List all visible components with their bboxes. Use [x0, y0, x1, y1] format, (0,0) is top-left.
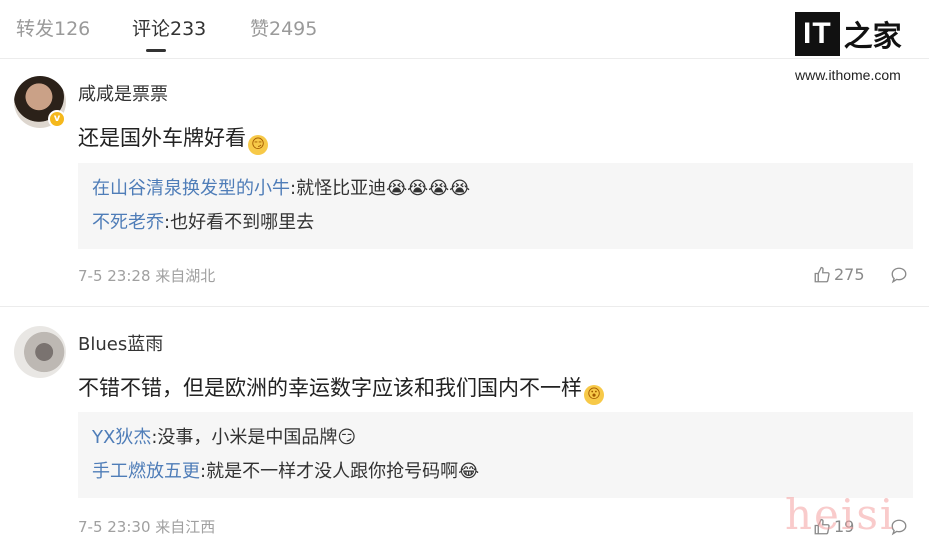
- logo-cn-text: 之家: [843, 19, 902, 53]
- reply-list[interactable]: 在山谷清泉换发型的小牛:就怪比亚迪😭😭😭😭 不死老乔:也好看不到哪里去: [78, 163, 913, 249]
- avatar[interactable]: [14, 326, 66, 378]
- reply-username[interactable]: YX狄杰: [92, 427, 151, 448]
- comment-item: v 咸咸是票票 还是国外车牌好看 😏 在山谷清泉换发型的小牛:就怪比亚迪😭😭😭😭 …: [0, 70, 929, 307]
- laughing-emoji-icon: 😂: [458, 461, 480, 482]
- heisi-watermark: heisi: [785, 490, 896, 539]
- reply-item: 手工燃放五更:就是不一样才没人跟你抢号码啊😂: [92, 461, 480, 482]
- reply-list[interactable]: YX狄杰:没事，小米是中国品牌😏 手工燃放五更:就是不一样才没人跟你抢号码啊😂: [78, 412, 913, 498]
- comment-meta: 7-5 23:28 来自湖北: [78, 267, 216, 285]
- comment-username[interactable]: Blues蓝雨: [78, 330, 163, 356]
- like-count: 275: [834, 265, 865, 284]
- reply-item: YX狄杰:没事，小米是中国品牌😏: [92, 427, 357, 448]
- reply-text: 也好看不到哪里去: [170, 212, 315, 233]
- active-tab-indicator: [146, 49, 166, 52]
- reply-item: 在山谷清泉换发型的小牛:就怪比亚迪😭😭😭😭: [92, 178, 471, 199]
- reply-username[interactable]: 手工燃放五更: [92, 461, 200, 482]
- tab-comments[interactable]: 评论233: [132, 14, 206, 41]
- logo-it-text: IT: [795, 12, 840, 56]
- like-button[interactable]: 275: [813, 265, 865, 284]
- comment-username[interactable]: 咸咸是票票: [78, 80, 168, 106]
- reply-text: 就是不一样才没人跟你抢号码啊: [206, 461, 459, 482]
- comment-text: 还是国外车牌好看 😏: [78, 122, 268, 155]
- thumbs-up-icon: [814, 266, 830, 282]
- reply-username[interactable]: 在山谷清泉换发型的小牛: [92, 178, 290, 199]
- comment-meta: 7-5 23:30 来自江西: [78, 518, 216, 536]
- tab-likes[interactable]: 赞2495: [250, 14, 317, 41]
- tab-reposts[interactable]: 转发126: [16, 14, 90, 41]
- comment-text: 不错不错，但是欧洲的幸运数字应该和我们国内不一样 😮: [78, 372, 604, 405]
- reply-text: 没事，小米是中国品牌: [157, 427, 338, 448]
- verified-badge-icon: v: [48, 110, 66, 128]
- surprised-emoji-icon: 😮: [584, 385, 604, 405]
- reply-item: 不死老乔:也好看不到哪里去: [92, 212, 315, 233]
- reply-text: 就怪比亚迪: [296, 178, 387, 199]
- smirk-emoji-icon: 😏: [248, 135, 268, 155]
- crying-emoji-icon: 😭😭😭😭: [386, 178, 471, 199]
- comment-bubble-icon[interactable]: [890, 266, 908, 284]
- smirk-emoji-icon: 😏: [337, 427, 357, 448]
- reply-username[interactable]: 不死老乔: [92, 212, 164, 233]
- comment-tabs: 转发126 评论233 赞2495: [0, 0, 929, 59]
